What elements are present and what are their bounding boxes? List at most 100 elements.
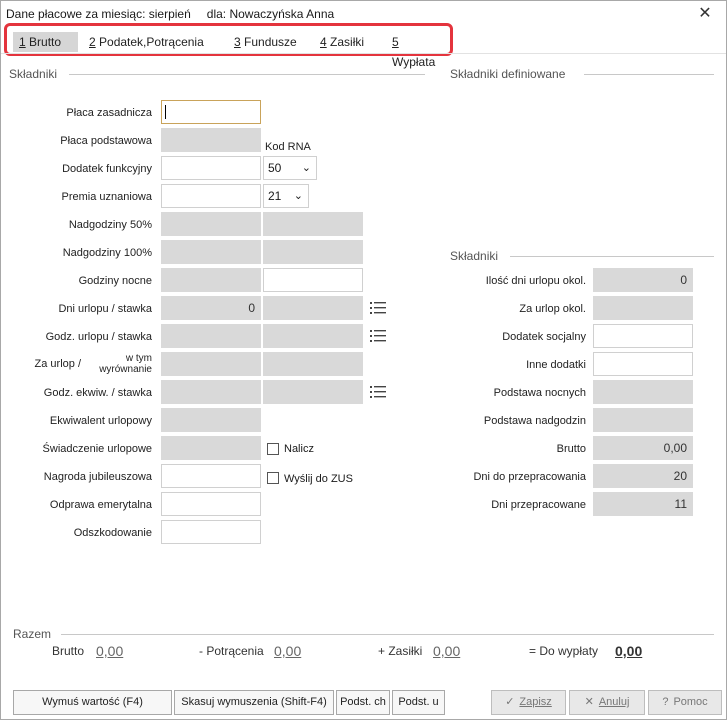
premia-uznaniowa-input[interactable] [161,184,261,208]
label-dni-przepr: Dni przepracowane [491,499,586,511]
brutto-field: 0,00 [593,436,693,460]
label-dni-do: Dni do przepracowania [473,471,586,483]
list-icon[interactable] [370,329,386,343]
tab-podatek[interactable]: 2 Podatek,Potrącenia [83,32,210,52]
label-dni-urlopu: Dni urlopu / stawka [58,303,152,315]
close-icon[interactable]: ✕ [696,3,714,23]
check-icon: ✓ [505,696,515,708]
dodatek-kod-select[interactable]: 50 ⌄ [263,156,317,180]
label-nadgodziny-100: Nadgodziny 100% [62,247,152,259]
chevron-down-icon: ⌄ [293,190,303,202]
razem-zasilki-label: + Zasiłki [378,644,423,658]
razem-title: Razem [13,627,52,641]
tab-bar: 1 Brutto 2 Podatek,Potrącenia 3 Fundusze… [4,23,453,69]
placa-podstawowa-field [161,128,261,152]
razem-potracenia-label: - Potrącenia [199,644,264,658]
text-caret [165,105,166,119]
label-godz-urlopu: Godz. urlopu / stawka [45,331,152,343]
dodatek-funkcyjny-input[interactable] [161,156,261,180]
tab-fundusze[interactable]: 3 Fundusze [228,32,303,52]
nalicz-checkbox[interactable] [267,443,279,455]
label-kod-rna: Kod RNA [265,141,311,153]
wymus-wartosc-button[interactable]: Wymuś wartość (F4) [13,690,172,715]
label-brutto: Brutto [556,443,586,455]
label-za-urlop: Za urlop / [34,358,81,370]
label-godziny-nocne: Godziny nocne [78,275,152,287]
label-w-tym: w tym [125,353,152,364]
tab-divider [1,53,726,54]
dodatek-socjalny-input[interactable] [593,324,693,348]
label-odszkodowanie: Odszkodowanie [73,527,152,539]
odprawa-input[interactable] [161,492,261,516]
section-skladniki-left: Składniki [9,67,58,81]
dni-urlopu-field: 0 [161,296,261,320]
label-ekwiwalent: Ekwiwalent urlopowy [49,415,152,427]
label-godz-ekwiw: Godz. ekwiw. / stawka [43,387,152,399]
wyrownanie-field [263,352,363,376]
dni-urlopu-stawka [263,296,363,320]
title-bar: Dane płacowe za miesiąc: sierpień dla: No… [1,1,726,25]
anuluj-button[interactable]: ✕ Anuluj [569,690,645,715]
window-title: Dane płacowe za miesiąc: sierpień dla: No… [6,7,334,21]
tab-zasilki[interactable]: 4 Zasiłki [314,32,370,52]
list-icon[interactable] [370,301,386,315]
tab-brutto[interactable]: 1 Brutto [13,32,78,52]
placa-zasadnicza-input[interactable] [161,100,261,124]
wyslij-zus-checkbox[interactable] [267,472,279,484]
zapisz-button[interactable]: ✓ Zapisz [491,690,566,715]
section-skladniki-right: Składniki [450,249,499,263]
za-urlop-okol-field [593,296,693,320]
razem-do-wyplaty-label: = Do wypłaty [529,644,599,658]
section-line-defined [584,74,714,75]
nagroda-input[interactable] [161,464,261,488]
podst-u-button[interactable]: Podst. u [392,690,445,715]
godz-urlopu-field [161,324,261,348]
razem-line [61,634,714,635]
nadgodziny-100-value [263,240,363,264]
label-placa-podstawowa: Płaca podstawowa [60,135,152,147]
godziny-nocne-value-input[interactable] [263,268,363,292]
label-premia-uznaniowa: Premia uznaniowa [61,191,153,203]
podstawa-nadgodzin-field [593,408,693,432]
label-dodatek-socjalny: Dodatek socjalny [502,331,586,343]
razem-zasilki-value: 0,00 [433,643,461,659]
swiadczenie-field [161,436,261,460]
podstawa-nocnych-field [593,380,693,404]
dni-przepr-field: 11 [593,492,693,516]
wyslij-zus-label: Wyślij do ZUS [284,473,353,485]
label-ilosc-dni: Ilość dni urlopu okol. [485,275,586,287]
section-skladniki-definiowane: Składniki definiowane [450,67,566,81]
help-icon: ? [662,696,669,708]
pomoc-button[interactable]: ? Pomoc [648,690,722,715]
dni-do-field: 20 [593,464,693,488]
payroll-dialog: Dane płacowe za miesiąc: sierpień dla: No… [0,0,727,720]
label-wyrownanie: wyrównanie [99,364,152,375]
nadgodziny-100-hours [161,240,261,264]
podst-ch-button[interactable]: Podst. ch [336,690,390,715]
ekwiwalent-field [161,408,261,432]
godz-ekwiw-stawka [263,380,363,404]
razem-brutto-label: Brutto [52,644,85,658]
godziny-nocne-hours [161,268,261,292]
tab-wyplata[interactable]: 5 Wypłata [386,32,450,69]
godz-urlopu-stawka [263,324,363,348]
razem-potracenia-value: 0,00 [274,643,302,659]
label-nadgodziny-50: Nadgodziny 50% [68,219,152,231]
inne-dodatki-input[interactable] [593,352,693,376]
title-month: Dane płacowe za miesiąc: sierpień [6,7,191,21]
section-line-left [69,74,425,75]
odszkodowanie-input[interactable] [161,520,261,544]
nadgodziny-50-value [263,212,363,236]
label-nagroda: Nagroda jubileuszowa [43,471,152,483]
skasuj-wymuszenia-button[interactable]: Skasuj wymuszenia (Shift-F4) [174,690,334,715]
premia-kod-select[interactable]: 21 ⌄ [263,184,309,208]
section-line-right [510,256,714,257]
list-icon[interactable] [370,385,386,399]
title-employee: dla: Nowaczyńska Anna [206,7,335,21]
label-dodatek-funkcyjny: Dodatek funkcyjny [62,163,152,175]
razem-do-wyplaty-value: 0,00 [615,643,643,659]
label-inne-dodatki: Inne dodatki [526,359,586,371]
nalicz-label: Nalicz [284,443,314,455]
godz-ekwiw-field [161,380,261,404]
label-swiadczenie: Świadczenie urlopowe [42,443,152,455]
